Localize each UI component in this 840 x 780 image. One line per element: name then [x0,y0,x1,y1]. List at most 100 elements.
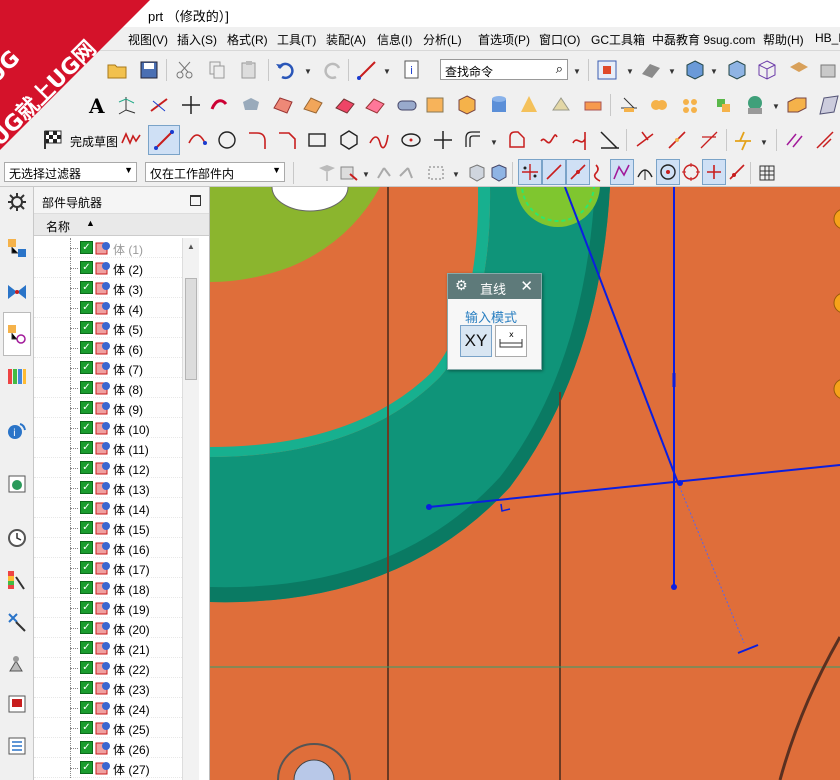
menu-information[interactable]: 信息(I) [377,31,412,48]
hd3d-tools-icon[interactable]: i [6,419,28,441]
wireframe-cube-icon[interactable] [756,59,778,81]
scroll-up-icon[interactable]: ▲ [187,242,195,251]
profile-icon[interactable] [120,129,142,151]
navigator-body-item[interactable]: ✓ 体 (14) [34,498,182,518]
intersect-icon[interactable] [712,94,734,116]
snap-tangent-icon[interactable] [634,161,656,183]
dimension-dropdown-icon[interactable]: ▼ [760,138,768,147]
menu-insert[interactable]: 插入(S) [177,31,217,48]
visibility-checkbox[interactable]: ✓ [80,501,93,514]
sketch-point-left[interactable] [426,504,432,510]
selection-scope-dropdown[interactable]: 仅在工作部件内 ▼ [145,162,285,182]
cut-icon[interactable] [174,59,196,81]
sketch-point-bottom[interactable] [671,584,677,590]
selection-filter-dropdown[interactable]: 无选择过滤器 ▼ [4,162,137,182]
navigator-body-item[interactable]: ✓ 体 (18) [34,578,182,598]
snap-intersection-icon[interactable] [590,161,612,183]
visibility-checkbox[interactable]: ✓ [80,601,93,614]
visibility-checkbox[interactable]: ✓ [80,481,93,494]
menu-analysis[interactable]: 分析(L) [423,31,462,48]
layer-icon[interactable] [788,59,810,81]
arc-icon[interactable] [186,129,208,151]
subtract-icon[interactable] [680,94,702,116]
parallel-icon[interactable] [784,129,806,151]
menu-hb-m[interactable]: HB_M [815,31,840,45]
menu-view[interactable]: 视图(V) [128,31,168,48]
search-icon[interactable]: ⌕ [556,61,563,77]
edge-blend-icon[interactable] [744,94,766,116]
dimension-icon[interactable] [732,129,754,151]
visibility-checkbox[interactable]: ✓ [80,561,93,574]
navigator-column-header[interactable]: 名称 ▲ [34,214,209,236]
web-browser-icon[interactable] [6,473,28,495]
box-tool-icon[interactable] [818,59,840,81]
navigator-body-item[interactable]: ✓ 体 (5) [34,318,182,338]
gear-icon[interactable]: ⚙ [455,277,468,294]
menu-assemblies[interactable]: 装配(A) [326,31,366,48]
select-feature-icon[interactable] [316,162,338,184]
assembly-navigator-icon[interactable] [6,237,28,259]
copy-icon[interactable] [206,59,228,81]
cylinder-icon[interactable] [488,94,510,116]
visibility-checkbox[interactable]: ✓ [80,581,93,594]
quick-trim-icon[interactable] [538,129,560,151]
point-sketch-icon[interactable] [432,129,454,151]
solid-cube-icon[interactable] [726,59,748,81]
navigator-body-item[interactable]: ✓ 体 (19) [34,598,182,618]
menu-help[interactable]: 帮助(H) [763,31,804,48]
render-dropdown-icon[interactable]: ▼ [668,67,676,76]
polygon-icon[interactable] [338,129,360,151]
visibility-checkbox[interactable]: ✓ [80,661,93,674]
navigator-body-item[interactable]: ✓ 体 (4) [34,298,182,318]
process-studio-icon[interactable] [6,611,28,633]
settings-gear-icon[interactable] [6,191,28,213]
navigator-body-item[interactable]: ✓ 体 (2) [34,258,182,278]
navigator-body-item[interactable]: ✓ 体 (20) [34,618,182,638]
extrude-icon[interactable] [208,94,230,116]
menu-preferences[interactable]: 首选项(P) [478,31,530,48]
navigator-body-item[interactable]: ✓ 体 (26) [34,738,182,758]
trim-body-icon[interactable] [618,94,640,116]
chamfer-icon[interactable] [786,94,808,116]
tube-icon[interactable] [396,94,418,116]
navigator-scrollbar[interactable]: ▲ [182,238,199,780]
navigator-body-item[interactable]: ✓ 体 (11) [34,438,182,458]
text-tool-icon[interactable]: A [86,94,108,116]
navigator-body-item[interactable]: ✓ 体 (25) [34,718,182,738]
manufacturing-wizard-icon[interactable] [6,653,28,675]
system-materials-icon[interactable] [6,569,28,591]
maximize-icon[interactable] [190,195,201,206]
chamfer-sketch-icon[interactable] [276,129,298,151]
fit-view-icon[interactable] [596,59,618,81]
revolve-icon[interactable] [240,94,262,116]
offset-dropdown-icon[interactable]: ▼ [490,138,498,147]
navigator-body-item[interactable]: ✓ 体 (17) [34,558,182,578]
visibility-checkbox[interactable]: ✓ [80,761,93,774]
visibility-checkbox[interactable]: ✓ [80,721,93,734]
open-folder-icon[interactable] [106,59,128,81]
navigator-body-item[interactable]: ✓ 体 (6) [34,338,182,358]
quick-extend-icon[interactable] [570,129,592,151]
circle-icon[interactable] [216,129,238,151]
navigator-body-item[interactable]: ✓ 体 (9) [34,398,182,418]
line-tool-dropdown-icon[interactable]: ▼ [383,67,391,76]
shaded-cube-icon[interactable] [684,59,706,81]
draft-icon[interactable] [818,94,840,116]
navigator-body-item[interactable]: ✓ 体 (8) [34,378,182,398]
navigator-body-item[interactable]: ✓ 体 (24) [34,698,182,718]
navigator-body-item[interactable]: ✓ 体 (13) [34,478,182,498]
visibility-checkbox[interactable]: ✓ [80,281,93,294]
datum-csys-icon[interactable] [116,94,138,116]
close-icon[interactable]: ✕ [520,277,533,295]
constraint-navigator-icon[interactable] [6,281,28,303]
constraint-icon[interactable] [634,129,656,151]
navigator-body-item[interactable]: ✓ 体 (3) [34,278,182,298]
cube-blue-select-icon[interactable] [488,162,510,184]
select-dropdown-icon[interactable]: ▼ [362,170,370,179]
history-clock-icon[interactable] [6,527,28,549]
visibility-checkbox[interactable]: ✓ [80,381,93,394]
view-dropdown-icon[interactable]: ▼ [626,67,634,76]
point-tool-icon[interactable] [180,94,202,116]
sketch-point-intersection[interactable] [677,480,683,486]
visibility-checkbox[interactable]: ✓ [80,641,93,654]
